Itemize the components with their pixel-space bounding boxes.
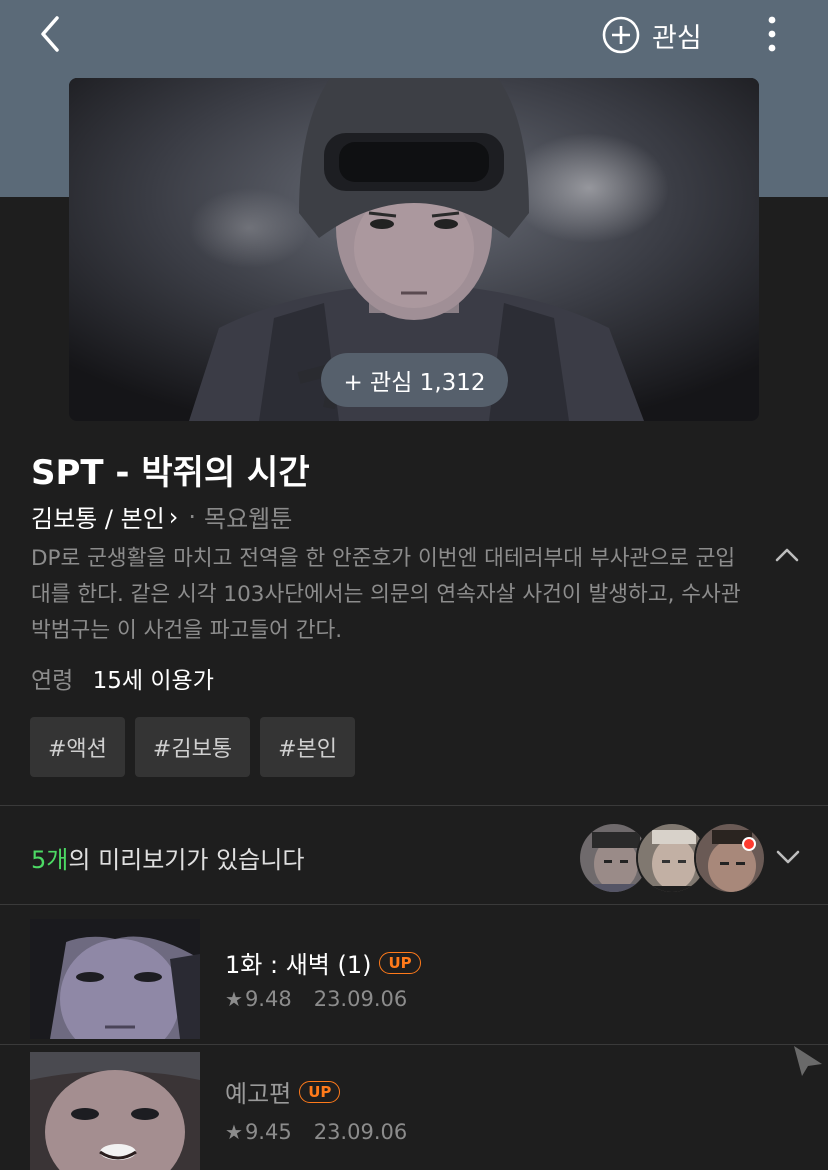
preview-avatars	[578, 822, 768, 898]
age-label: 연령	[31, 668, 74, 694]
avatar	[694, 822, 766, 894]
chevron-up-icon	[775, 548, 799, 562]
notification-dot	[742, 837, 756, 851]
synopsis: DP로 군생활을 마치고 전역을 한 안준호가 이번엔 대테러부대 부사관으로 …	[31, 546, 741, 643]
back-button[interactable]	[30, 12, 74, 56]
favorite-count-button[interactable]: + 관심 1,312	[321, 353, 508, 407]
more-vertical-icon	[768, 16, 776, 52]
episode-date: 23.09.06	[313, 987, 408, 1011]
favorite-count-label: + 관심 1,312	[343, 370, 486, 396]
collapse-synopsis-button[interactable]	[772, 540, 802, 570]
preview-label: 의 미리보기가 있습니다	[68, 846, 305, 874]
more-options-button[interactable]	[760, 14, 784, 56]
webtoon-title: SPT - 박쥐의 시간	[31, 453, 310, 493]
up-badge: UP	[299, 1080, 341, 1103]
episode-title-row: 1화 : 새벽 (1) UP	[225, 945, 421, 980]
publish-day: 목요웹툰	[204, 505, 293, 533]
pointer-arrow-icon	[790, 1044, 824, 1078]
up-badge: UP	[379, 951, 421, 974]
author-link[interactable]: 김보통 / 본인	[31, 499, 165, 534]
expand-preview-button[interactable]	[773, 842, 803, 872]
age-rating-row: 연령 15세 이용가	[31, 661, 214, 695]
chevron-right-icon: ›	[168, 502, 179, 531]
episode-rating: 9.48	[244, 987, 292, 1011]
chevron-down-icon	[776, 850, 800, 864]
episode-row[interactable]: 1화 : 새벽 (1) UP ★ 9.48 23.09.06	[0, 905, 828, 1039]
episode-title-row: 예고편 UP	[225, 1074, 341, 1109]
tag-chip[interactable]: #본인	[260, 717, 355, 777]
episode-thumbnail	[30, 1052, 200, 1170]
age-value: 15세 이용가	[92, 668, 214, 694]
tag-list: #액션 #김보통 #본인	[30, 717, 355, 777]
star-icon: ★	[225, 1120, 243, 1144]
plus-circle-icon	[602, 16, 640, 54]
episode-thumbnail	[30, 919, 200, 1039]
preview-count: 5개	[31, 846, 69, 874]
star-icon: ★	[225, 987, 243, 1011]
episode-meta: ★ 9.48 23.09.06	[225, 987, 407, 1011]
preview-row[interactable]: 5개의 미리보기가 있습니다	[0, 806, 828, 904]
tag-chip[interactable]: #액션	[30, 717, 125, 777]
back-chevron-icon	[41, 16, 59, 52]
preview-text: 5개의 미리보기가 있습니다	[31, 840, 304, 875]
episode-date: 23.09.06	[313, 1120, 408, 1144]
author-row: 김보통 / 본인 › · 목요웹툰	[31, 499, 292, 534]
episode-meta: ★ 9.45 23.09.06	[225, 1120, 407, 1144]
episode-title: 예고편	[225, 1080, 292, 1108]
separator-dot: ·	[188, 502, 196, 531]
watch-button-label: 관심	[652, 22, 702, 54]
watch-button[interactable]: 관심	[602, 15, 702, 55]
episode-row[interactable]: 예고편 UP ★ 9.45 23.09.06	[0, 1038, 828, 1170]
episode-title: 1화 : 새벽 (1)	[225, 951, 372, 979]
tag-chip[interactable]: #김보통	[134, 717, 251, 777]
episode-rating: 9.45	[244, 1120, 292, 1144]
